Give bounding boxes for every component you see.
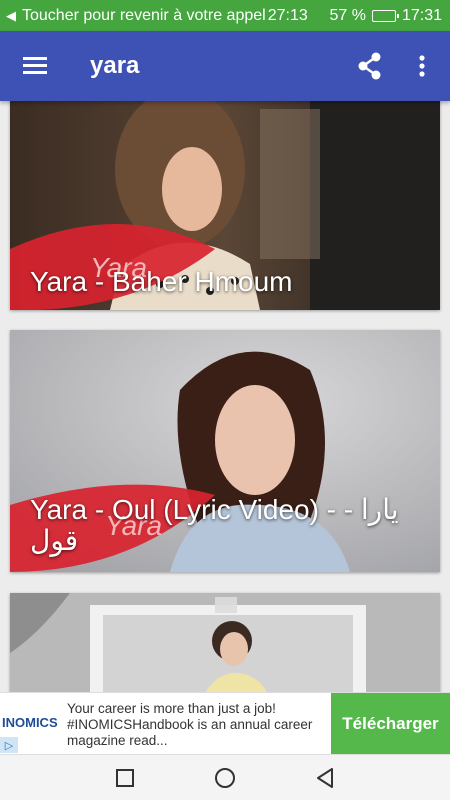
share-icon[interactable]: [354, 51, 386, 81]
status-bar[interactable]: ◀ Toucher pour revenir à votre appel 27:…: [0, 0, 450, 31]
ad-brand-logo: INOMICS: [2, 715, 58, 730]
ad-banner[interactable]: INOMICS ▷ Your career is more than just …: [0, 692, 450, 755]
navigation-bar: [0, 754, 450, 800]
home-icon[interactable]: [210, 765, 240, 791]
battery-percent: 57 %: [329, 6, 366, 24]
video-card-2[interactable]: Yara Yara - Oul (Lyric Video) - - يارا ق…: [10, 330, 440, 572]
menu-icon[interactable]: [18, 51, 52, 81]
return-to-call-text[interactable]: Toucher pour revenir à votre appel: [22, 7, 266, 25]
video-card-1[interactable]: Yara Yara - Baher Hmoum: [10, 101, 440, 310]
status-right: 57 % 17:31: [329, 0, 442, 31]
screen: ◀ Toucher pour revenir à votre appel 27:…: [0, 0, 450, 800]
call-timer: 27:13: [267, 6, 308, 24]
back-icon[interactable]: [310, 765, 340, 791]
return-call-arrow-icon: ◀: [6, 7, 16, 23]
video-list[interactable]: Yara Yara - Baher Hmoum Yara Yara - Oul …: [0, 101, 450, 692]
video-thumbnail-3: [10, 593, 440, 692]
app-bar: yara: [0, 31, 450, 101]
recents-icon[interactable]: [110, 765, 140, 791]
ad-text[interactable]: Your career is more than just a job! #IN…: [67, 701, 325, 749]
ad-choices-icon[interactable]: ▷: [0, 737, 18, 753]
video-card-3[interactable]: [10, 593, 440, 692]
more-vert-icon[interactable]: [408, 51, 436, 81]
video-title-1: Yara - Baher Hmoum: [30, 266, 293, 298]
ad-download-button[interactable]: Télécharger: [331, 693, 450, 755]
clock: 17:31: [401, 6, 442, 24]
page-title: yara: [90, 52, 140, 79]
video-title-2: Yara - Oul (Lyric Video) - - يارا قول: [30, 494, 399, 556]
battery-icon: [371, 9, 399, 22]
